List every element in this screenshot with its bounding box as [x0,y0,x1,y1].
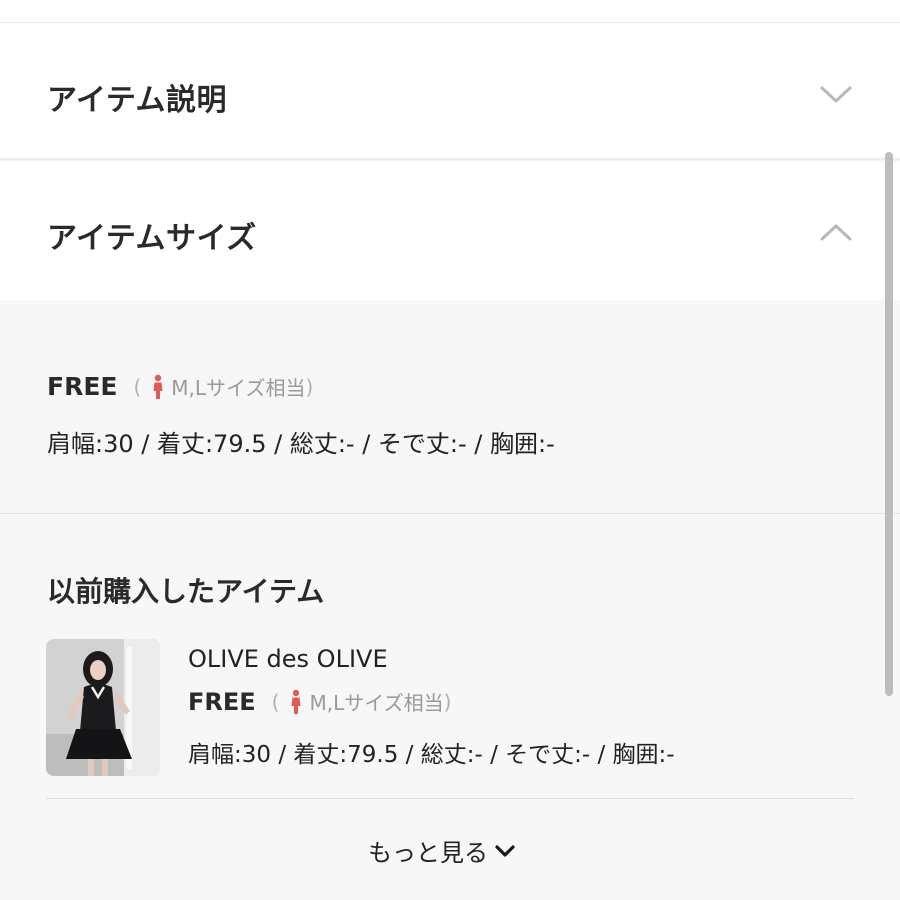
item-size-label: FREE [188,687,256,716]
chevron-down-icon[interactable] [818,83,854,107]
previous-purchases-section: 以前購入したアイテム OLIVE des OLIVE FREE (M,Lサイズ… [0,515,900,900]
product-thumbnail[interactable] [46,639,160,776]
item-size-accordion[interactable]: アイテムサイズ [0,162,900,300]
product-photo [46,639,160,776]
chevron-up-icon[interactable] [818,220,854,244]
previous-purchases-title: 以前購入したアイテム [47,575,325,608]
item-size-equivalent-text: M,Lサイズ相当 [309,691,444,715]
size-row: FREE ( M,Lサイズ相当 ) [47,372,313,401]
scrollbar[interactable] [885,152,893,696]
paren-close: ) [443,689,452,714]
person-icon [153,374,163,399]
size-label: FREE [47,372,118,401]
item-size-equivalent: ( M,Lサイズ相当 ) [271,687,452,716]
divider [46,798,854,799]
paren-open: ( [133,374,142,399]
chevron-down-icon [495,844,515,857]
item-size-panel: FREE ( M,Lサイズ相当 ) 肩幅:30 / 着丈:79.5 / 総丈:-… [0,300,900,514]
paren-close: ) [305,374,314,399]
paren-open: ( [271,689,280,714]
show-more-button[interactable]: もっと見る [368,833,516,868]
item-size-title: アイテムサイズ [47,221,257,256]
size-equivalent: ( M,Lサイズ相当 ) [133,372,313,401]
size-equivalent-text: M,Lサイズ相当 [171,376,306,400]
item-description-title: アイテム説明 [47,83,227,118]
header-strip [0,0,900,23]
size-measurements: 肩幅:30 / 着丈:79.5 / 総丈:- / そで丈:- / 胸囲:- [47,430,555,458]
item-size-row: FREE ( M,Lサイズ相当 ) [188,687,451,716]
show-more-label: もっと見る [368,839,488,867]
item-description-accordion[interactable]: アイテム説明 [0,23,900,160]
item-brand[interactable]: OLIVE des OLIVE [188,645,388,673]
item-measurements: 肩幅:30 / 着丈:79.5 / 総丈:- / そで丈:- / 胸囲:- [188,742,675,768]
person-icon [291,689,301,714]
